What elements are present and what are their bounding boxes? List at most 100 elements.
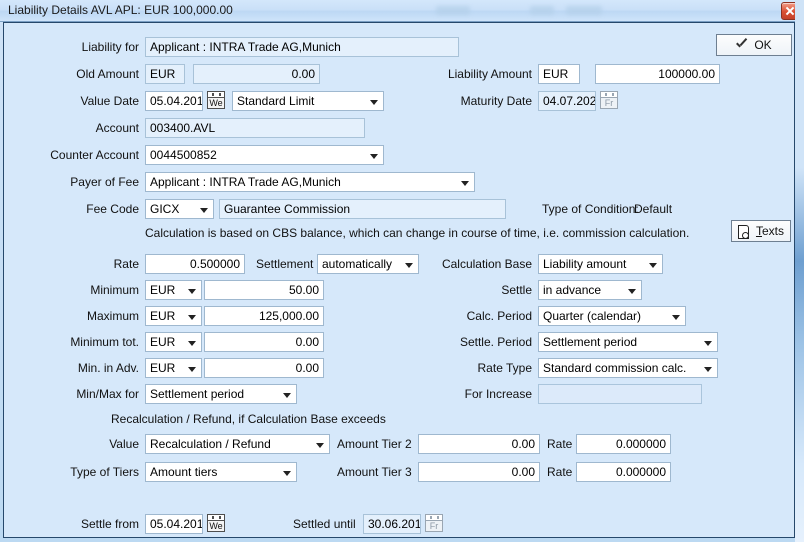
document-search-icon <box>737 224 750 239</box>
ok-button-label: OK <box>754 38 772 52</box>
rate-type-label: Rate Type <box>477 361 532 375</box>
calendar-icon-value-date[interactable]: We <box>207 91 225 109</box>
settlement-label: Settlement <box>256 257 314 271</box>
counter-account-label: Counter Account <box>50 148 139 162</box>
min-max-for-combo[interactable]: Settlement period <box>145 384 297 404</box>
min-in-adv-currency-combo[interactable]: EUR <box>145 358 202 378</box>
minimum-value-field[interactable]: 50.00 <box>204 280 324 300</box>
titlebar-artifact <box>566 6 602 15</box>
chevron-down-icon <box>672 315 680 320</box>
amount-tier-3-label: Amount Tier 3 <box>337 465 412 479</box>
settle-from-day: We <box>209 521 223 531</box>
old-amount-currency-field[interactable]: EUR <box>145 64 185 84</box>
account-label: Account <box>95 121 139 135</box>
calendar-icon-settle-from[interactable]: We <box>207 514 225 532</box>
rate-label: Rate <box>113 257 139 271</box>
settlement-value: automatically <box>322 257 393 271</box>
dialog-window: Liability Details AVL APL: EUR 100,000.0… <box>0 0 804 542</box>
calendar-icon-maturity-date: Fr <box>600 91 618 109</box>
counter-account-combo[interactable]: 0044500852 <box>145 145 384 165</box>
settlement-combo[interactable]: automatically <box>317 254 419 274</box>
fee-code-value: GICX <box>150 202 180 216</box>
chevron-down-icon <box>704 367 712 372</box>
for-increase-field <box>538 384 702 404</box>
chevron-down-icon <box>628 289 636 294</box>
value-combo[interactable]: Recalculation / Refund <box>145 434 330 454</box>
chevron-down-icon <box>370 100 378 105</box>
type-of-tiers-combo[interactable]: Amount tiers <box>145 462 297 482</box>
chevron-down-icon <box>283 471 291 476</box>
check-icon <box>736 40 748 50</box>
payer-of-fee-label: Payer of Fee <box>70 175 139 189</box>
minimum-tot-currency-combo[interactable]: EUR <box>145 332 202 352</box>
ok-button[interactable]: OK <box>716 34 792 56</box>
fee-code-combo[interactable]: GICX <box>145 199 214 219</box>
settle-period-combo[interactable]: Settlement period <box>538 332 718 352</box>
minimum-label: Minimum <box>90 283 139 297</box>
maximum-currency-value: EUR <box>150 309 176 323</box>
value-date-field[interactable]: 05.04.2017 <box>145 91 203 111</box>
amount-tier-3-field[interactable]: 0.00 <box>418 462 540 482</box>
chevron-down-icon <box>704 341 712 346</box>
account-field[interactable]: 003400.AVL <box>145 118 365 138</box>
minimum-currency-value: EUR <box>150 283 176 297</box>
liability-amount-label: Liability Amount <box>447 67 532 81</box>
maturity-date-field[interactable]: 04.07.2025 <box>538 91 596 111</box>
value-date-label: Value Date <box>80 94 139 108</box>
payer-of-fee-combo[interactable]: Applicant : INTRA Trade AG,Munich <box>145 172 475 192</box>
type-of-tiers-label: Type of Tiers <box>70 465 139 479</box>
title-bar: Liability Details AVL APL: EUR 100,000.0… <box>0 0 804 22</box>
maximum-value-field[interactable]: 125,000.00 <box>204 306 324 326</box>
settle-combo[interactable]: in advance <box>538 280 642 300</box>
maximum-currency-combo[interactable]: EUR <box>145 306 202 326</box>
rate-tier-3-field[interactable]: 0.000000 <box>576 462 671 482</box>
texts-button[interactable]: Texts <box>731 220 791 242</box>
form-area: OK Liability for Applicant : INTRA Trade… <box>3 22 795 538</box>
settle-label: Settle <box>501 283 532 297</box>
settle-from-field[interactable]: 05.04.2017 <box>145 514 203 534</box>
for-increase-label: For Increase <box>464 387 532 401</box>
chevron-down-icon <box>188 341 196 346</box>
liability-for-field[interactable]: Applicant : INTRA Trade AG,Munich <box>145 37 459 57</box>
calc-period-combo[interactable]: Quarter (calendar) <box>538 306 686 326</box>
chevron-down-icon <box>316 443 324 448</box>
minimum-tot-value-field[interactable]: 0.00 <box>204 332 324 352</box>
settle-from-label: Settle from <box>80 517 139 531</box>
min-in-adv-value-field[interactable]: 0.00 <box>204 358 324 378</box>
amount-tier-2-field[interactable]: 0.00 <box>418 434 540 454</box>
limit-type-combo[interactable]: Standard Limit <box>232 91 384 111</box>
payer-of-fee-value: Applicant : INTRA Trade AG,Munich <box>150 175 341 189</box>
rate-tier-2-field[interactable]: 0.000000 <box>576 434 671 454</box>
settled-until-field[interactable]: 30.06.2017 <box>363 514 421 534</box>
calc-period-value: Quarter (calendar) <box>543 309 642 323</box>
limit-type-value: Standard Limit <box>237 94 315 108</box>
old-amount-value-field[interactable]: 0.00 <box>193 64 320 84</box>
settle-value: in advance <box>543 283 602 297</box>
calculation-base-combo[interactable]: Liability amount <box>538 254 663 274</box>
chevron-down-icon <box>461 181 469 186</box>
maturity-date-label: Maturity Date <box>460 94 532 108</box>
chevron-down-icon <box>370 154 378 159</box>
liability-amount-value-field[interactable]: 100000.00 <box>595 64 720 84</box>
settle-period-value: Settlement period <box>543 335 638 349</box>
type-of-condition-label: Type of Condition: <box>542 202 639 216</box>
rate-tier-2-label: Rate <box>547 437 573 451</box>
rate-type-combo[interactable]: Standard commission calc. <box>538 358 718 378</box>
fee-code-description-field: Guarantee Commission <box>219 199 506 219</box>
right-edge-gradient <box>795 22 804 542</box>
right-edge-top <box>795 0 804 22</box>
maximum-label: Maximum <box>86 309 139 323</box>
liability-for-label: Liability for <box>81 40 139 54</box>
chevron-down-icon <box>649 263 657 268</box>
min-max-for-label: Min/Max for <box>76 387 139 401</box>
old-amount-label: Old Amount <box>76 67 139 81</box>
minimum-currency-combo[interactable]: EUR <box>145 280 202 300</box>
liability-amount-currency-field[interactable]: EUR <box>538 64 580 84</box>
chevron-down-icon <box>283 393 291 398</box>
titlebar-artifact <box>436 6 470 15</box>
window-title: Liability Details AVL APL: EUR 100,000.0… <box>8 3 233 17</box>
min-in-adv-label: Min. in Adv. <box>77 361 139 375</box>
settle-period-label: Settle. Period <box>459 335 532 349</box>
rate-field[interactable]: 0.500000 <box>145 254 245 274</box>
titlebar-artifact <box>530 6 554 15</box>
